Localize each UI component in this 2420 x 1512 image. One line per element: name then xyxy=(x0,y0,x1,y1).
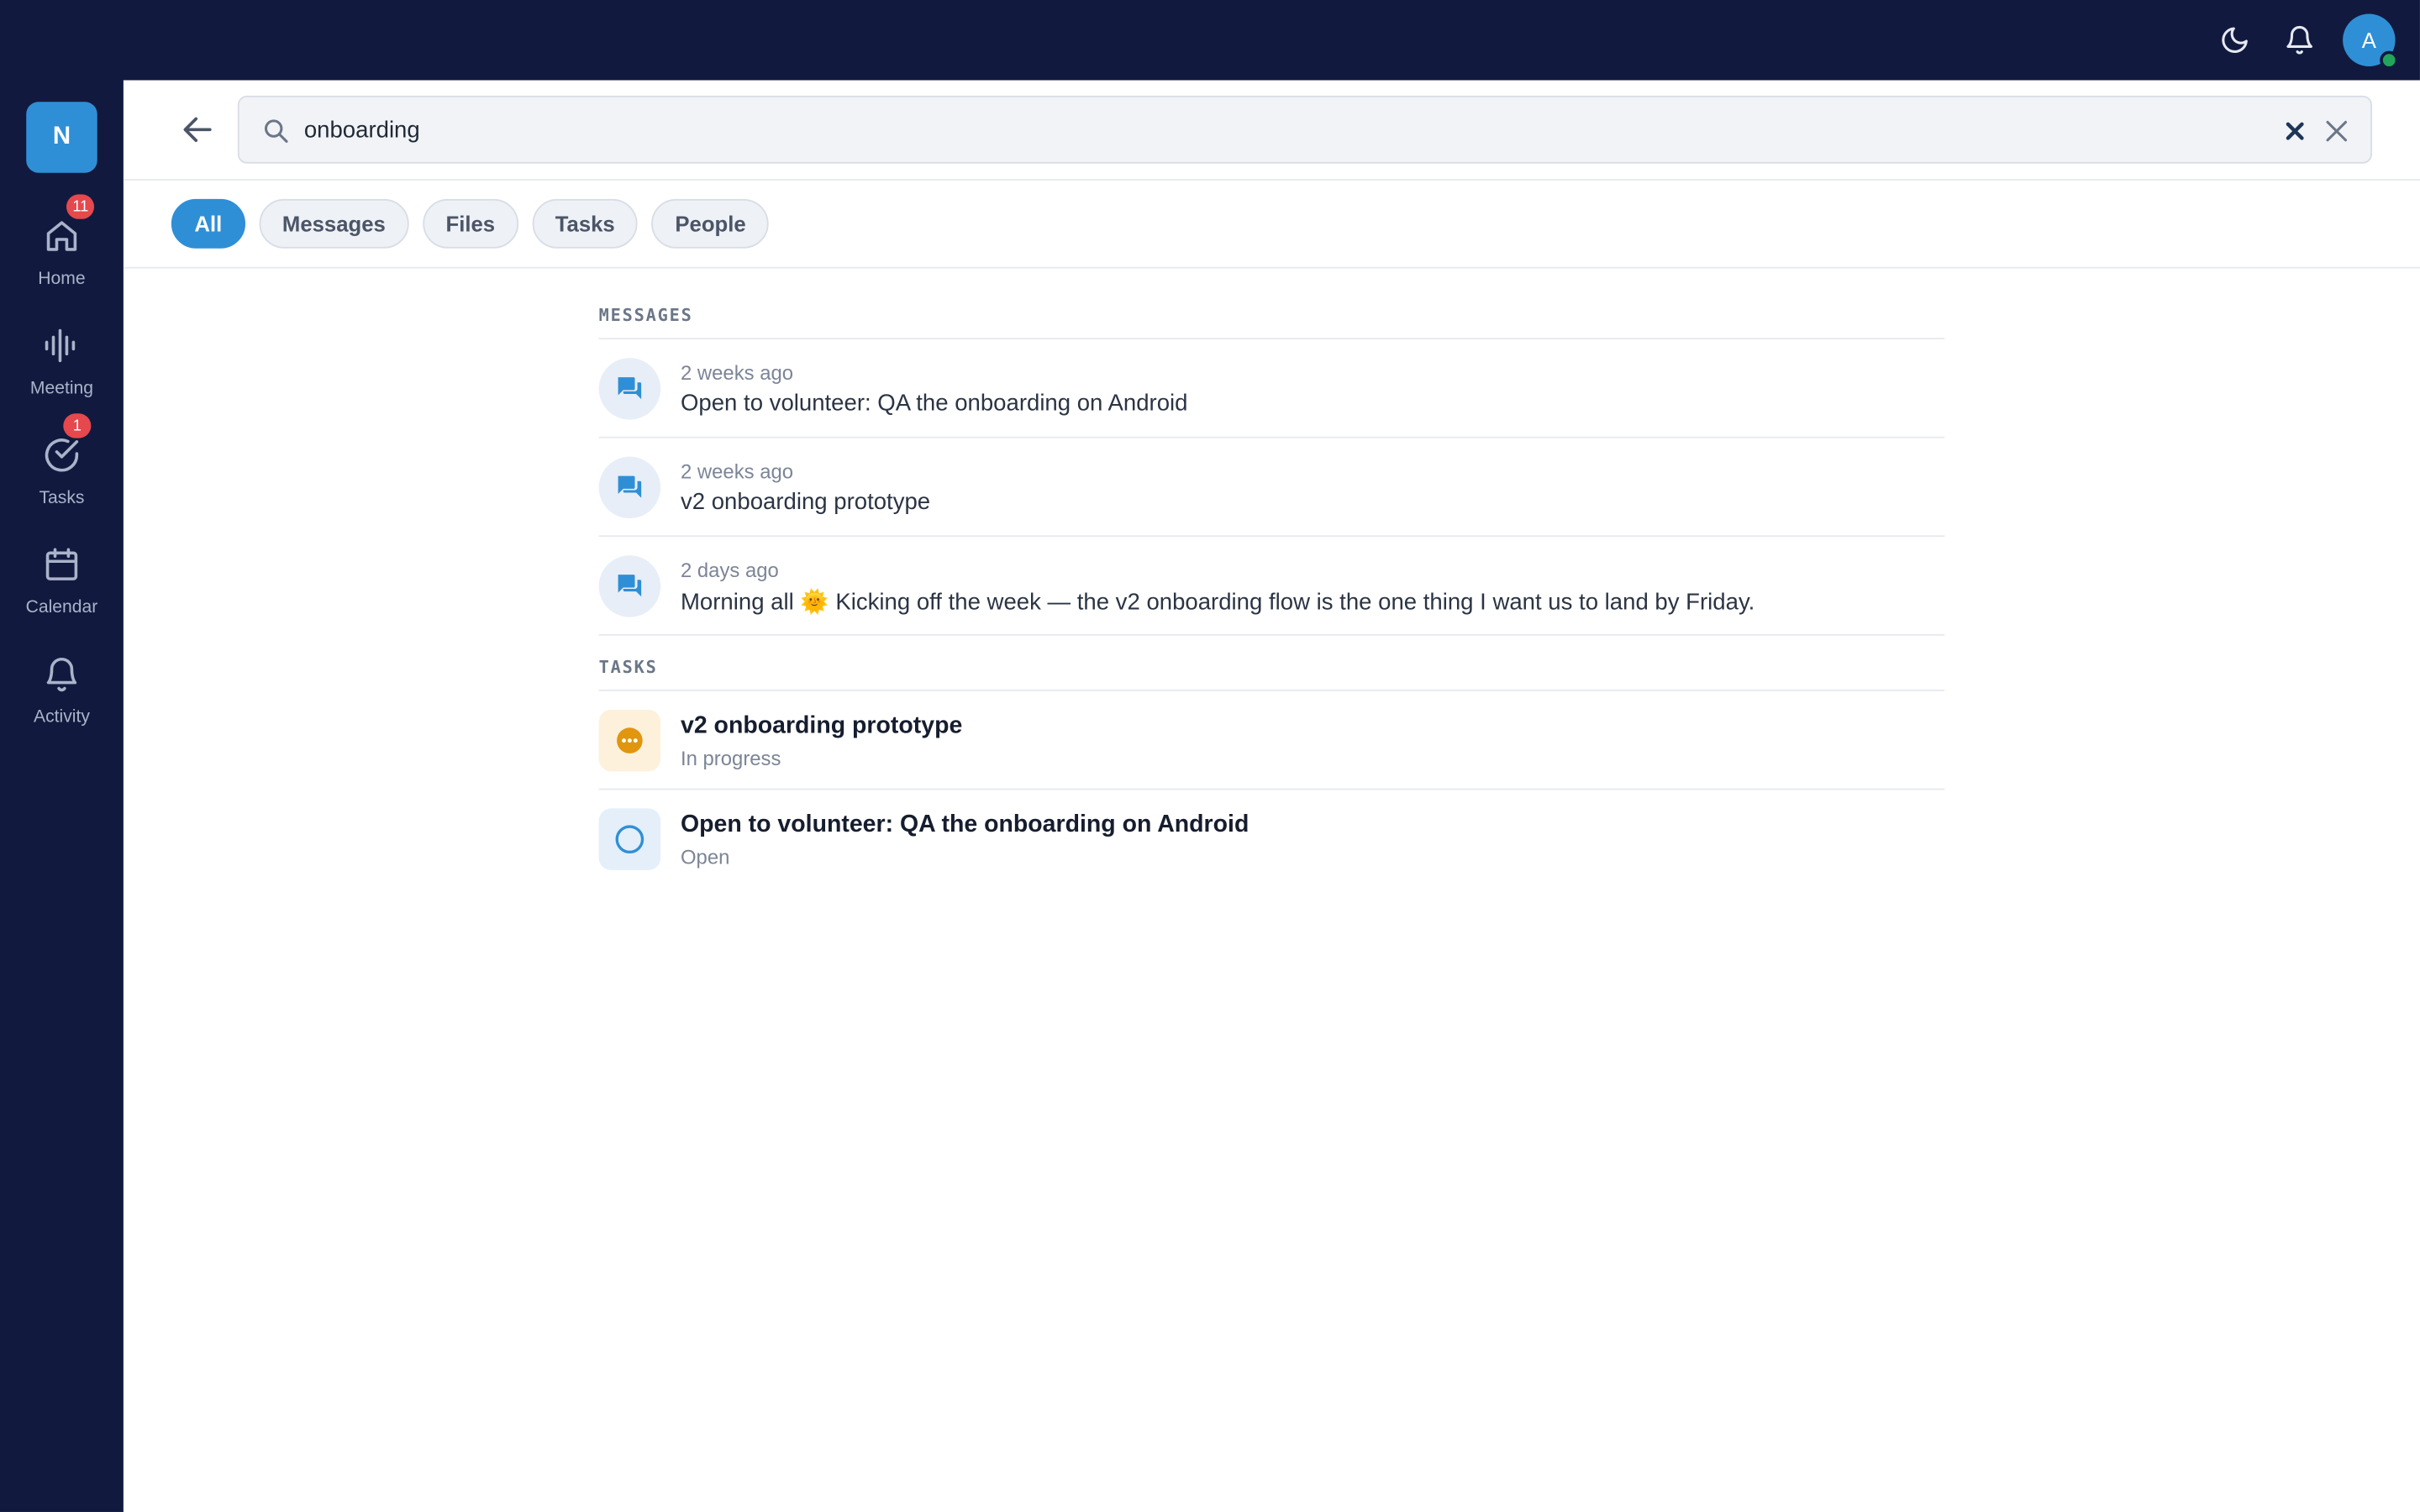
bell-icon xyxy=(46,657,77,692)
nav-icon-wrap xyxy=(42,654,82,695)
open-circle-icon xyxy=(615,825,644,854)
search-icon xyxy=(264,119,288,143)
filter-chips: All Messages Files Tasks People xyxy=(171,198,770,249)
sidebar-item-meeting[interactable]: Meeting xyxy=(0,317,124,412)
audio-wave-icon xyxy=(45,328,76,363)
chat-bubbles-icon xyxy=(618,575,642,597)
moon-icon xyxy=(2222,27,2248,53)
in-progress-icon xyxy=(617,727,643,753)
section-title-messages: MESSAGES xyxy=(598,306,1945,340)
dark-mode-toggle[interactable] xyxy=(2213,18,2256,61)
message-time: 2 weeks ago xyxy=(680,360,794,385)
arrow-left-icon xyxy=(183,117,212,142)
sidebar-item-label: Calendar xyxy=(25,598,98,617)
sidebar-item-home[interactable]: 11 Home xyxy=(0,194,124,302)
sidebar-item-activity[interactable]: Activity xyxy=(0,645,124,741)
home-icon xyxy=(46,221,77,251)
workspace-initial: N xyxy=(52,123,71,150)
nav-icon-wrap xyxy=(42,544,82,585)
task-result[interactable]: v2 onboarding prototype In progress xyxy=(598,691,1945,790)
message-time: 2 weeks ago xyxy=(680,459,794,483)
tasks-badge: 1 xyxy=(63,413,92,438)
search-box xyxy=(237,95,2373,164)
sidebar-item-tasks[interactable]: 1 Tasks xyxy=(0,413,124,522)
sidebar-item-label: Home xyxy=(38,270,86,289)
sidebar-item-label: Meeting xyxy=(29,379,94,398)
workspace-button[interactable]: N xyxy=(26,102,97,173)
message-text: Open to volunteer: QA the onboarding on … xyxy=(680,390,1188,417)
filter-all[interactable]: All xyxy=(171,198,245,249)
task-status-icon-wrap xyxy=(598,709,661,772)
nav-icon-wrap: 1 xyxy=(42,413,92,475)
message-result[interactable]: 2 weeks ago Open to volunteer: QA the on… xyxy=(598,339,1945,438)
nav-icon-wrap xyxy=(42,326,82,366)
sidebar-item-label: Activity xyxy=(34,708,90,727)
clear-search-button[interactable] xyxy=(2281,118,2309,145)
back-button[interactable] xyxy=(179,111,216,148)
message-result[interactable]: 2 weeks ago v2 onboarding prototype xyxy=(598,438,1945,538)
nav-icon-wrap: 11 xyxy=(42,194,95,256)
search-results: MESSAGES 2 weeks ago Open to volunteer: … xyxy=(598,306,1945,889)
filter-people[interactable]: People xyxy=(651,198,770,249)
search-input[interactable] xyxy=(303,111,2156,149)
check-circle-icon xyxy=(45,438,79,472)
notifications-button[interactable] xyxy=(2278,18,2321,61)
presence-indicator xyxy=(2380,50,2399,70)
avatar-initial: A xyxy=(2361,28,2376,53)
task-result[interactable]: Open to volunteer: QA the onboarding on … xyxy=(598,790,1945,889)
message-text: Morning all 🌞 Kicking off the week — the… xyxy=(680,589,1755,616)
top-bar: A xyxy=(0,0,2420,81)
filter-bar: All Messages Files Tasks People xyxy=(123,181,2420,269)
chat-bubbles-icon xyxy=(618,377,642,400)
search-panel: All Messages Files Tasks People MESSAGES… xyxy=(123,80,2420,1512)
close-search-button[interactable] xyxy=(2321,116,2352,147)
section-title-tasks: TASKS xyxy=(598,657,1945,691)
search-header xyxy=(123,81,2420,181)
sidebar-item-calendar[interactable]: Calendar xyxy=(0,535,124,631)
clear-icon xyxy=(2286,122,2304,140)
message-icon-wrap xyxy=(598,456,661,519)
message-result[interactable]: 2 days ago Morning all 🌞 Kicking off the… xyxy=(598,537,1945,636)
message-icon-wrap xyxy=(598,555,661,617)
bell-icon xyxy=(2286,25,2312,55)
filter-files[interactable]: Files xyxy=(422,198,518,249)
message-icon-wrap xyxy=(598,358,661,420)
app-root: A N 11 Home Meeting 1 Tasks Calendar Act… xyxy=(0,0,2420,1512)
home-badge: 11 xyxy=(66,194,95,219)
filter-messages[interactable]: Messages xyxy=(259,198,409,249)
task-status-icon-wrap xyxy=(598,808,661,870)
task-title: v2 onboarding prototype xyxy=(680,712,963,739)
chat-bubbles-icon xyxy=(618,475,642,498)
task-title: Open to volunteer: QA the onboarding on … xyxy=(680,811,1249,838)
sidebar: N 11 Home Meeting 1 Tasks Calendar Activ… xyxy=(0,80,124,1512)
sidebar-item-label: Tasks xyxy=(39,489,85,508)
top-actions: A xyxy=(2213,13,2399,70)
task-status: In progress xyxy=(680,746,781,770)
task-status: Open xyxy=(680,845,730,869)
message-text: v2 onboarding prototype xyxy=(680,489,931,516)
filter-tasks[interactable]: Tasks xyxy=(532,198,639,249)
message-time: 2 days ago xyxy=(680,558,779,582)
user-avatar[interactable]: A xyxy=(2343,13,2399,70)
calendar-icon xyxy=(45,548,78,580)
close-icon xyxy=(2326,120,2348,142)
